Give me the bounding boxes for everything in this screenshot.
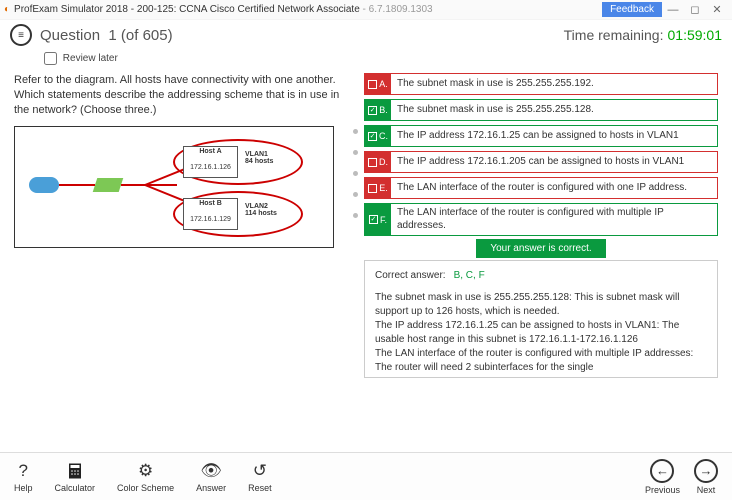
vlan2-label: VLAN2114 hosts	[245, 203, 277, 218]
option-E[interactable]: E.The LAN interface of the router is con…	[364, 177, 718, 199]
review-later[interactable]: Review later	[0, 50, 732, 69]
option-text: The subnet mask in use is 255.255.255.12…	[391, 100, 717, 120]
explanation-text: The subnet mask in use is 255.255.255.12…	[375, 291, 707, 375]
checkbox-icon	[368, 158, 377, 167]
option-letter: D.	[379, 157, 388, 167]
question-header: ≡ Question 1 (of 605) Time remaining: 01…	[0, 20, 732, 50]
host-a-box: Host A172.16.1.126	[183, 146, 238, 178]
option-text: The LAN interface of the router is confi…	[391, 204, 717, 235]
option-B[interactable]: ✓B.The subnet mask in use is 255.255.255…	[364, 99, 718, 121]
question-panel: Refer to the diagram. All hosts have con…	[0, 69, 350, 447]
option-text: The IP address 172.16.1.25 can be assign…	[391, 126, 717, 146]
question-label: Question	[40, 27, 100, 44]
host-b-box: Host B172.16.1.129	[183, 198, 238, 230]
color-scheme-button[interactable]: ⚙Color Scheme	[117, 461, 174, 493]
switch-icon	[93, 178, 124, 192]
time-value: 01:59:01	[668, 27, 723, 43]
reset-button[interactable]: ↺Reset	[248, 461, 272, 493]
option-letter: C.	[379, 131, 388, 141]
vlan1-label: VLAN184 hosts	[245, 151, 273, 166]
question-total: (of 605)	[121, 27, 173, 44]
option-letter: B.	[379, 105, 388, 115]
checkbox-icon: ✓	[368, 132, 377, 141]
app-version: 6.7.1809.1303	[369, 4, 433, 15]
option-text: The IP address 172.16.1.205 can be assig…	[391, 152, 717, 172]
option-text: The LAN interface of the router is confi…	[391, 178, 717, 198]
gear-icon: ⚙	[138, 461, 153, 481]
close-icon[interactable]: ✕	[706, 3, 728, 16]
minimize-icon[interactable]: —	[662, 4, 684, 16]
previous-button[interactable]: ←Previous	[645, 459, 680, 495]
answer-button[interactable]: 👁Answer	[196, 461, 226, 493]
app-name: ProfExam Simulator 2018	[14, 4, 128, 15]
option-letter: A.	[379, 79, 388, 89]
help-button[interactable]: ?Help	[14, 461, 33, 493]
checkbox-icon	[368, 184, 377, 193]
arrow-right-icon: →	[694, 459, 718, 483]
calculator-button[interactable]: Calculator	[55, 461, 96, 493]
correct-answer-label: Correct answer:	[375, 270, 446, 281]
review-checkbox[interactable]	[44, 52, 57, 65]
option-letter: E.	[379, 183, 388, 193]
reset-icon: ↺	[253, 461, 267, 481]
checkbox-icon: ✓	[369, 215, 378, 224]
eye-icon: 👁	[200, 461, 222, 481]
checkbox-icon	[368, 80, 377, 89]
splitter[interactable]	[350, 69, 360, 447]
calculator-icon	[66, 461, 84, 481]
option-A[interactable]: A.The subnet mask in use is 255.255.255.…	[364, 73, 718, 95]
menu-icon[interactable]: ≡	[10, 24, 32, 46]
checkbox-icon: ✓	[368, 106, 377, 115]
network-diagram: Host A172.16.1.126 Host B172.16.1.129 VL…	[14, 126, 334, 248]
time-label: Time remaining:	[564, 27, 664, 43]
maximize-icon[interactable]: ◻	[684, 3, 706, 16]
arrow-left-icon: ←	[650, 459, 674, 483]
option-C[interactable]: ✓C.The IP address 172.16.1.25 can be ass…	[364, 125, 718, 147]
footer-toolbar: ?Help Calculator ⚙Color Scheme 👁Answer ↺…	[0, 452, 732, 500]
answer-panel: A.The subnet mask in use is 255.255.255.…	[360, 69, 732, 447]
result-banner: Your answer is correct.	[364, 242, 718, 254]
question-text: Refer to the diagram. All hosts have con…	[14, 73, 342, 118]
next-button[interactable]: →Next	[694, 459, 718, 495]
option-text: The subnet mask in use is 255.255.255.19…	[391, 74, 717, 94]
titlebar: ◐ ProfExam Simulator 2018 - 200-125: CCN…	[0, 0, 732, 20]
explanation-box: Correct answer: B, C, F The subnet mask i…	[364, 260, 718, 378]
app-logo-icon: ◐	[4, 4, 10, 15]
review-label: Review later	[63, 53, 118, 64]
option-letter: F.	[380, 215, 387, 225]
option-D[interactable]: D.The IP address 172.16.1.205 can be ass…	[364, 151, 718, 173]
option-F[interactable]: ✓F. The LAN interface of the router is co…	[364, 203, 718, 236]
feedback-button[interactable]: Feedback	[602, 2, 662, 17]
question-number: 1	[108, 27, 116, 44]
help-icon: ?	[19, 461, 28, 481]
exam-name: 200-125: CCNA Cisco Certified Network As…	[137, 4, 360, 15]
router-icon	[29, 177, 59, 193]
correct-answer-letters: B, C, F	[454, 270, 485, 281]
